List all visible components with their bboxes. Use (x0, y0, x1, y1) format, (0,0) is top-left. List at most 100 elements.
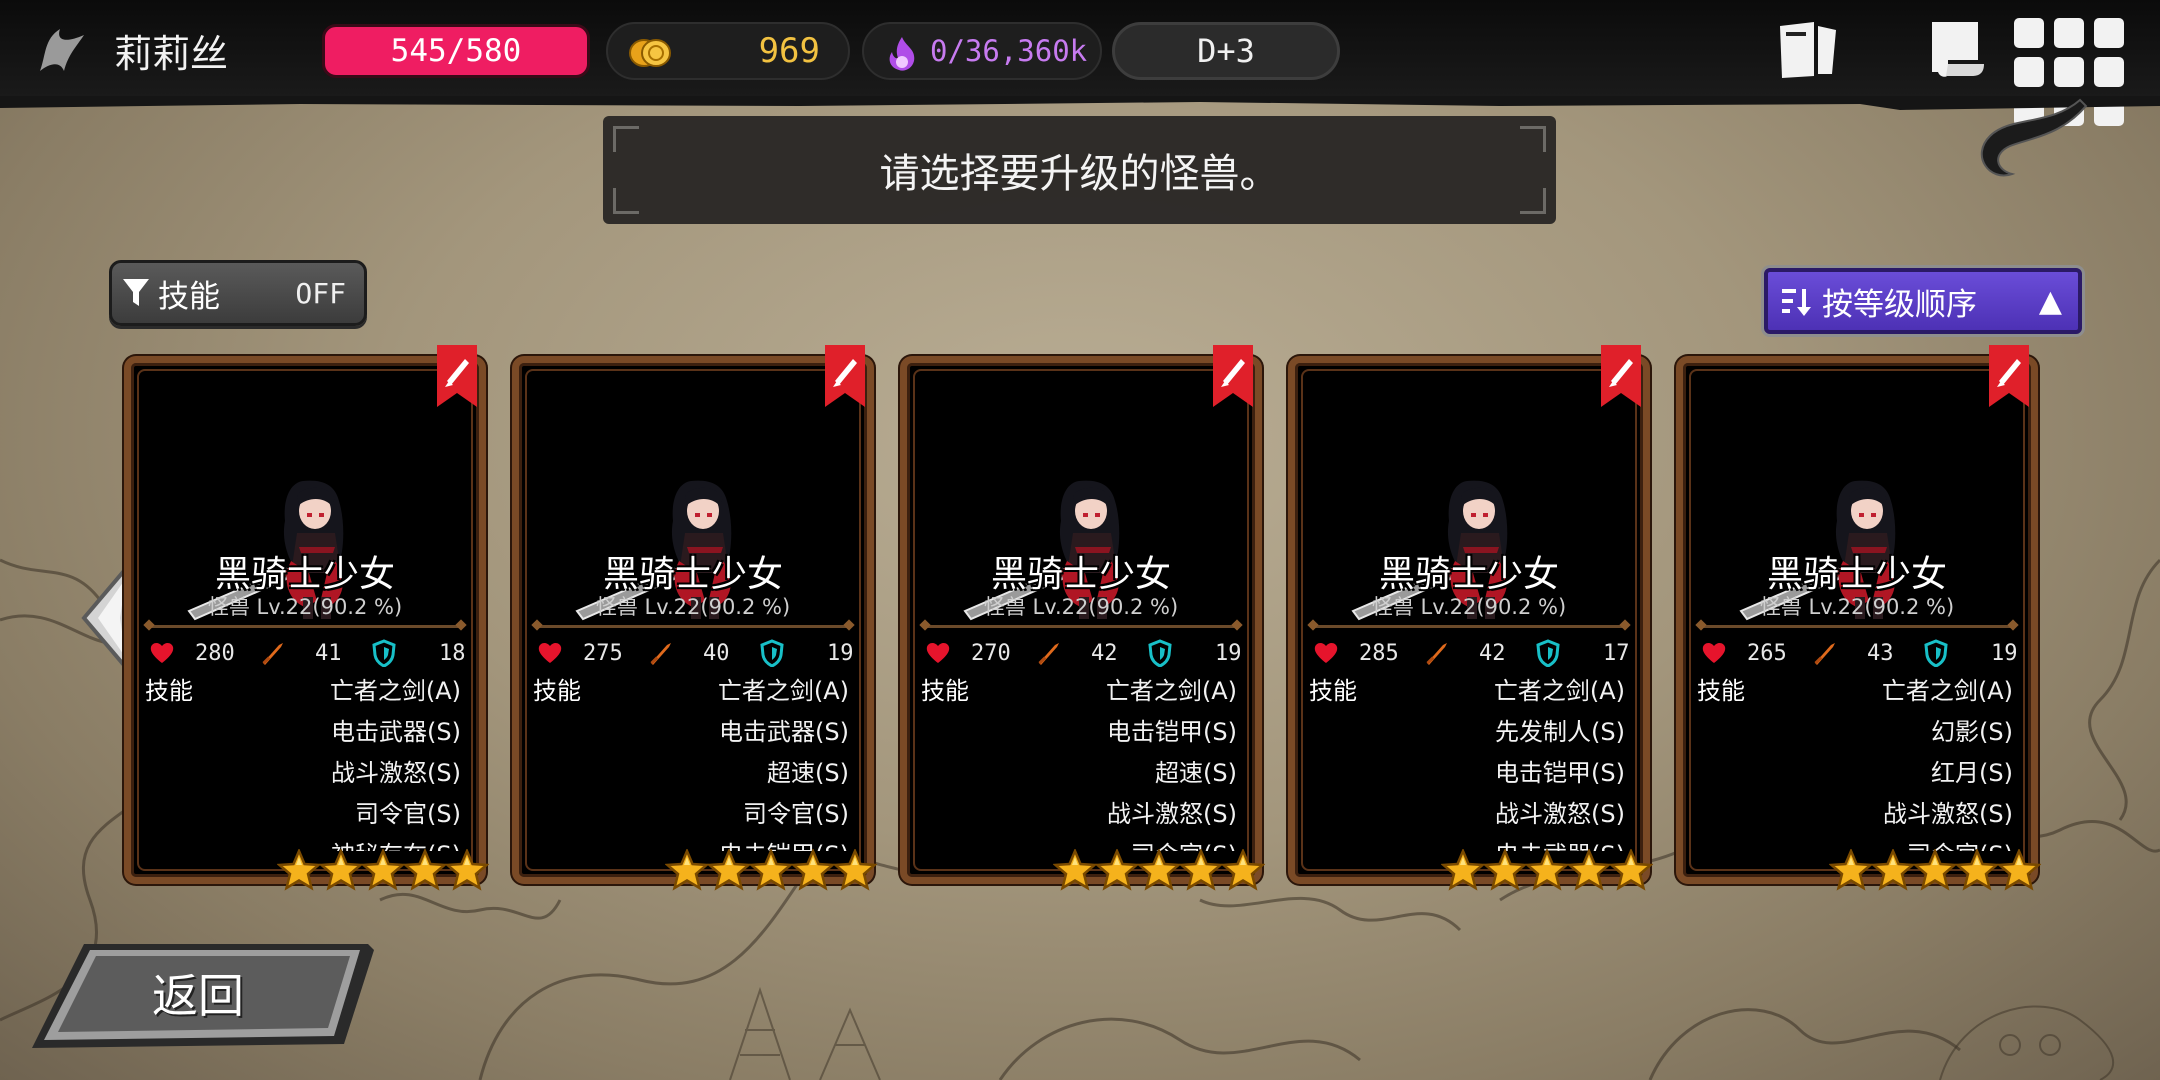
defense-stat: 19 (1215, 640, 1242, 666)
skills-heading: 技能 (1697, 677, 1745, 705)
skill-item: 亡者之剑(A) (717, 677, 849, 705)
filter-label: 技能 (158, 278, 220, 315)
defense-stat: 17 (1603, 640, 1630, 666)
skills-heading: 技能 (533, 677, 581, 705)
sword-icon (1038, 643, 1059, 665)
attack-stat: 40 (703, 640, 730, 666)
star-rating (665, 849, 877, 891)
skill-item: 幻影(S) (1931, 718, 2013, 746)
card-divider (537, 625, 849, 628)
monster-card-1[interactable]: 黑骑士少女 怪兽 Lv.22(90.2 %) 280 41 18 技能 亡者之剑… (124, 345, 489, 891)
monster-name: 黑骑士少女 (214, 554, 395, 595)
skill-list: 亡者之剑(A)电击铠甲(S)超速(S)战斗激怒(S)司令官(S) (1106, 671, 1237, 851)
star-rating (1441, 849, 1653, 891)
monster-card-2[interactable]: 黑骑士少女 怪兽 Lv.22(90.2 %) 275 40 19 技能 亡者之剑… (512, 345, 877, 891)
dragon-wing-icon (40, 29, 84, 71)
monster-card-4[interactable]: 黑骑士少女 怪兽 Lv.22(90.2 %) 285 42 17 技能 亡者之剑… (1288, 345, 1653, 891)
skill-item: 战斗激怒(S) (331, 759, 461, 787)
filter-state: OFF (295, 276, 346, 310)
defense-stat: 19 (827, 640, 854, 666)
hp-value: 545/580 (390, 33, 522, 69)
star-icon (361, 849, 405, 891)
sort-direction-icon: ▲ (2038, 283, 2062, 319)
skill-item: 电击武器(S) (331, 718, 461, 746)
monster-level: 怪兽 Lv.22(90.2 %) (1759, 595, 1955, 619)
skill-item: 超速(S) (767, 759, 849, 787)
back-button[interactable]: 返回 (24, 936, 380, 1056)
sort-button[interactable]: 按等级顺序 ▲ (1764, 268, 2082, 334)
star-icon (1221, 849, 1265, 891)
attack-stat: 42 (1091, 640, 1118, 666)
defense-stat: 18 (439, 640, 466, 666)
book-icon[interactable] (1774, 16, 1842, 82)
hp-stat: 270 (971, 640, 1011, 666)
star-icon (319, 849, 363, 891)
star-rating (1829, 849, 2041, 891)
card-divider (925, 625, 1237, 628)
hp-stat: 280 (195, 640, 235, 666)
skill-list: 亡者之剑(A)先发制人(S)电击铠甲(S)战斗激怒(S)电击武器(S) (1494, 671, 1625, 851)
star-icon (1179, 849, 1223, 891)
star-icon (1053, 849, 1097, 891)
heart-icon (1314, 643, 1338, 663)
skills-heading: 技能 (145, 677, 193, 705)
sword-icon (650, 643, 671, 665)
hp-bar: 545/580 (322, 24, 590, 78)
monster-level: 怪兽 Lv.22(90.2 %) (595, 595, 791, 619)
upgrade-ribbon-icon (1989, 345, 2029, 407)
star-icon (277, 849, 321, 891)
sort-icon (1782, 289, 1811, 316)
gold-counter: 969 (606, 22, 850, 80)
card-divider (1701, 625, 2013, 628)
attack-stat: 41 (315, 640, 342, 666)
monster-stats: 285 42 17 (1313, 633, 1630, 673)
skill-item: 司令官(S) (743, 800, 849, 828)
back-label: 返回 (152, 969, 244, 1023)
skill-item: 超速(S) (1155, 759, 1237, 787)
skill-filter-button[interactable]: 技能 OFF (109, 260, 367, 326)
star-icon (1829, 849, 1873, 891)
skill-item: 亡者之剑(A) (329, 677, 461, 705)
skill-list: 亡者之剑(A)幻影(S)红月(S)战斗激怒(S)司令官(S) (1882, 671, 2013, 851)
gold-value: 969 (758, 31, 820, 71)
hp-stat: 285 (1359, 640, 1399, 666)
hp-stat: 275 (583, 640, 623, 666)
sword-icon (1426, 643, 1447, 665)
sword-icon (1814, 643, 1835, 665)
star-icon (1913, 849, 1957, 891)
sword-icon (262, 643, 283, 665)
star-icon (791, 849, 835, 891)
skill-item: 红月(S) (1931, 759, 2013, 787)
scroll-icon[interactable] (1922, 14, 1990, 82)
monster-card-5[interactable]: 黑骑士少女 怪兽 Lv.22(90.2 %) 265 43 19 技能 亡者之剑… (1676, 345, 2041, 891)
star-icon (1441, 849, 1485, 891)
shield-icon (760, 639, 784, 667)
heart-icon (150, 643, 174, 663)
star-icon (1567, 849, 1611, 891)
gold-coin-icon (629, 39, 671, 67)
soul-counter: 0/36,360k (862, 22, 1102, 80)
skill-item: 亡者之剑(A) (1105, 677, 1237, 705)
filter-icon (123, 279, 149, 306)
star-icon (445, 849, 489, 891)
monster-card-3[interactable]: 黑骑士少女 怪兽 Lv.22(90.2 %) 270 42 19 技能 亡者之剑… (900, 345, 1265, 891)
monster-stats: 270 42 19 (925, 633, 1242, 673)
star-icon (1871, 849, 1915, 891)
monster-level: 怪兽 Lv.22(90.2 %) (1371, 595, 1567, 619)
star-icon (707, 849, 751, 891)
day-counter: D+3 (1112, 22, 1340, 80)
skill-item: 电击武器(S) (719, 718, 849, 746)
monster-name: 黑骑士少女 (1766, 554, 1947, 595)
instruction-banner: 请选择要升级的怪兽。 (603, 116, 1556, 224)
ornament-hook (1980, 98, 2088, 177)
player-name: 莉莉丝 (114, 31, 229, 76)
upgrade-ribbon-icon (437, 345, 477, 407)
heart-icon (926, 643, 950, 663)
star-icon (1137, 849, 1181, 891)
upgrade-ribbon-icon (825, 345, 865, 407)
monster-stats: 265 43 19 (1701, 633, 2018, 673)
card-divider (1313, 625, 1625, 628)
sort-label: 按等级顺序 (1822, 286, 1977, 323)
star-icon (1095, 849, 1139, 891)
skills-heading: 技能 (1309, 677, 1357, 705)
